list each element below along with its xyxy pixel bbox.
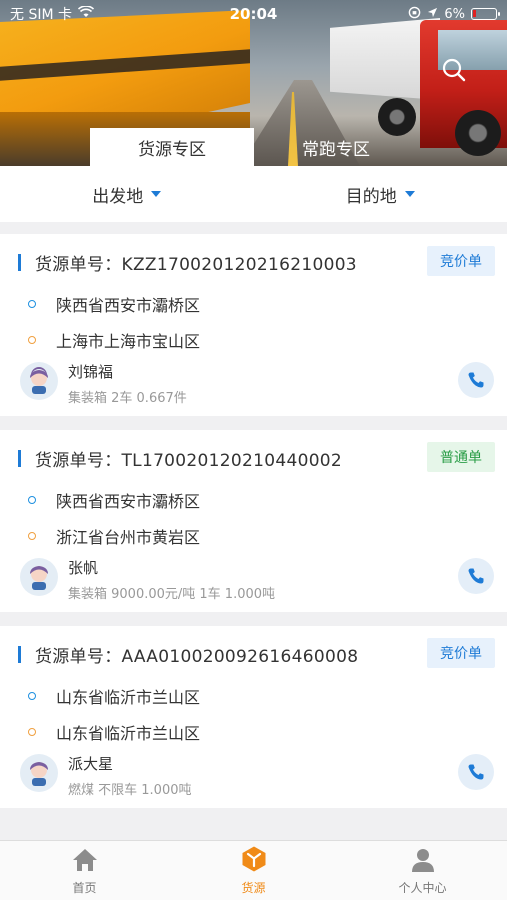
destination-dot-icon: [28, 336, 36, 344]
tabbar-label: 首页: [72, 881, 97, 895]
carrier-label: 无 SIM 卡: [10, 7, 72, 23]
contact-name: 张帆: [68, 559, 99, 577]
destination-filter-label: 目的地: [345, 186, 397, 207]
call-button[interactable]: [458, 754, 494, 790]
cargo-box-icon: [242, 846, 265, 872]
rotation-lock-icon: [408, 6, 421, 23]
cargo-card[interactable]: 货源单号：TL170020120210440002 普通单 陕西省西安市灞桥区 …: [0, 430, 507, 612]
avatar: [20, 362, 58, 400]
cargo-meta: 集装箱 2车 0.667件: [68, 391, 187, 406]
banner-wheel: [455, 110, 501, 156]
home-icon: [72, 849, 97, 871]
order-type-badge: 竞价单: [427, 638, 495, 668]
search-button[interactable]: [436, 54, 472, 90]
phone-icon: [468, 568, 484, 584]
card-accent-bar: [18, 450, 21, 467]
card-header: 货源单号：AAA010020092616460008: [18, 642, 358, 667]
contact-name: 派大星: [68, 755, 114, 773]
cargo-number: 货源单号：AAA010020092616460008: [35, 647, 359, 667]
tabbar-label: 个人中心: [398, 881, 447, 895]
search-icon: [441, 57, 467, 87]
caret-down-icon: [404, 191, 415, 197]
tab-cargo-zone[interactable]: 货源专区: [90, 128, 254, 166]
status-bar: 无 SIM 卡 20:04 6%: [0, 0, 507, 28]
contact-name: 刘锦福: [68, 363, 114, 381]
battery-percent: 6%: [444, 6, 465, 22]
filter-bar: 出发地 目的地: [0, 166, 507, 222]
tabbar-item-cargo[interactable]: 货源: [169, 841, 338, 900]
bottom-tab-bar: 首页 货源 个人中心: [0, 840, 507, 900]
user-icon: [411, 849, 434, 872]
route-to: 山东省临沂市兰山区: [28, 720, 200, 744]
cargo-card[interactable]: 货源单号：KZZ170020120216210003 竞价单 陕西省西安市灞桥区…: [0, 234, 507, 416]
tabbar-label: 货源: [241, 881, 266, 895]
destination-dot-icon: [28, 532, 36, 540]
order-type-badge: 竞价单: [427, 246, 495, 276]
to-address: 山东省临沂市兰山区: [56, 724, 201, 743]
avatar: [20, 558, 58, 596]
origin-filter[interactable]: 出发地: [0, 166, 254, 222]
destination-dot-icon: [28, 728, 36, 736]
user-avatar-icon: [30, 566, 48, 590]
route-from: 山东省临沂市兰山区: [28, 684, 200, 708]
cargo-number: 货源单号：KZZ170020120216210003: [35, 255, 357, 275]
route-to: 浙江省台州市黄岩区: [28, 524, 200, 548]
cargo-card[interactable]: 货源单号：AAA010020092616460008 竞价单 山东省临沂市兰山区…: [0, 626, 507, 808]
route-from: 陕西省西安市灞桥区: [28, 292, 200, 316]
route-from: 陕西省西安市灞桥区: [28, 488, 200, 512]
tabbar-item-profile[interactable]: 个人中心: [338, 841, 507, 900]
user-avatar-icon: [30, 367, 48, 394]
caret-down-icon: [151, 191, 162, 197]
user-avatar-icon: [30, 762, 48, 786]
origin-dot-icon: [28, 496, 36, 504]
phone-icon: [468, 764, 484, 780]
battery-icon: [471, 8, 500, 20]
cargo-number: 货源单号：TL170020120210440002: [35, 451, 343, 471]
order-type-badge: 普通单: [427, 442, 495, 472]
zone-tabs: 货源专区 常跑专区: [90, 128, 418, 166]
tab-regular-route-zone[interactable]: 常跑专区: [254, 128, 418, 166]
card-header: 货源单号：KZZ170020120216210003: [18, 250, 357, 275]
from-address: 山东省临沂市兰山区: [56, 688, 201, 707]
destination-filter[interactable]: 目的地: [254, 166, 507, 222]
cargo-meta: 集装箱 9000.00元/吨 1车 1.000吨: [68, 587, 276, 602]
cargo-meta: 燃煤 不限车 1.000吨: [68, 783, 192, 798]
wifi-icon: [77, 5, 95, 22]
call-button[interactable]: [458, 558, 494, 594]
from-address: 陕西省西安市灞桥区: [56, 492, 201, 511]
origin-filter-label: 出发地: [92, 186, 144, 207]
location-icon: [427, 7, 438, 22]
to-address: 上海市上海市宝山区: [56, 332, 201, 351]
tabbar-item-home[interactable]: 首页: [0, 841, 169, 900]
card-accent-bar: [18, 254, 21, 271]
from-address: 陕西省西安市灞桥区: [56, 296, 201, 315]
origin-dot-icon: [28, 692, 36, 700]
origin-dot-icon: [28, 300, 36, 308]
card-header: 货源单号：TL170020120210440002: [18, 446, 342, 471]
to-address: 浙江省台州市黄岩区: [56, 528, 201, 547]
phone-icon: [468, 372, 484, 388]
card-accent-bar: [18, 646, 21, 663]
call-button[interactable]: [458, 362, 494, 398]
avatar: [20, 754, 58, 792]
route-to: 上海市上海市宝山区: [28, 328, 200, 352]
